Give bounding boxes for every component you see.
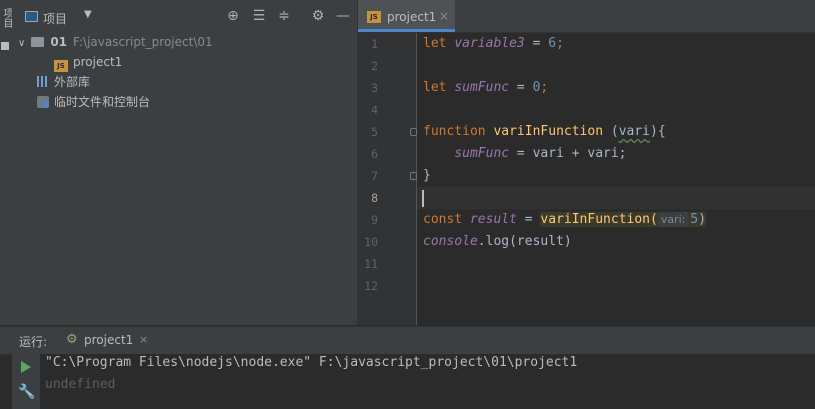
library-label: 外部库 — [54, 75, 91, 89]
operator: = — [509, 80, 533, 95]
code-line-10: console.log(result) — [423, 231, 572, 253]
keyword: let — [423, 80, 447, 95]
operator: = — [516, 212, 541, 227]
run-tab-project1[interactable]: ⚙ project1 × — [56, 327, 156, 354]
code-line-5: function variInFunction (vari){ — [423, 121, 666, 143]
js-icon: JS — [367, 11, 381, 23]
code-text: = vari + vari; — [509, 146, 627, 161]
scratches-icon — [37, 96, 49, 108]
wrench-icon[interactable]: 🔧 — [18, 384, 35, 400]
js-file-icon: JS — [54, 60, 68, 72]
brace: } — [423, 168, 431, 183]
project-panel: 项目 ▼ ⊕ ☰ ≑ ⚙ — ∨ 01 F:\javascript_project\… — [12, 0, 358, 325]
scratches-label: 临时文件和控制台 — [54, 95, 151, 109]
parameter: vari — [618, 124, 650, 139]
run-tab-label: project1 — [84, 333, 134, 347]
folder-icon — [31, 37, 45, 47]
gear-icon[interactable]: ⚙ — [310, 8, 326, 24]
run-panel-header: 运行: ⚙ project1 × — [0, 326, 815, 355]
run-toolbar: 🔧 — [12, 354, 40, 409]
project-tool-button[interactable]: 项目 — [0, 8, 12, 28]
library-icon — [37, 76, 49, 87]
minimize-icon[interactable]: — — [335, 8, 351, 24]
semicolon: ; — [556, 36, 564, 51]
code-text: .log(result) — [477, 234, 572, 249]
number: 6 — [548, 36, 557, 51]
run-console[interactable]: "C:\Program Files\nodejs\node.exe" F:\ja… — [40, 354, 815, 409]
run-label: 运行: — [19, 335, 48, 349]
line-number: 4 — [371, 103, 378, 117]
code-line-9: const result = variInFunction(vari: 5) — [423, 209, 707, 231]
parameter-hint: vari: — [657, 212, 689, 227]
current-line-highlight — [417, 187, 815, 209]
fold-marker-icon[interactable] — [410, 172, 417, 180]
console-command-line: "C:\Program Files\nodejs\node.exe" F:\ja… — [45, 355, 578, 370]
variable: sumFunc — [454, 80, 510, 95]
tree-folder-01[interactable]: ∨ 01 F:\javascript_project\01 — [18, 33, 213, 51]
semicolon: ; — [540, 80, 549, 95]
tree-file-project1[interactable]: JS project1 — [54, 53, 123, 72]
project-view-selector[interactable]: 项目 — [43, 10, 67, 27]
line-number: 12 — [364, 279, 378, 293]
line-number-current: 8 — [371, 191, 378, 205]
chevron-down-icon[interactable]: ∨ — [18, 38, 25, 49]
line-number: 5 — [371, 125, 378, 139]
play-icon[interactable] — [21, 361, 31, 373]
expand-all-icon[interactable]: ☰ — [251, 8, 267, 24]
object-name: console — [423, 234, 478, 249]
tree-external-libraries[interactable]: 外部库 — [37, 73, 90, 91]
folder-name: 01 — [50, 35, 68, 49]
code-line-1: let variable3 = 6; — [423, 33, 564, 55]
line-number: 6 — [371, 147, 378, 161]
line-number: 9 — [371, 213, 378, 227]
paren: ) — [698, 212, 707, 227]
editor-tab-bar: JS project1 × — [358, 0, 815, 33]
file-name: project1 — [73, 55, 123, 69]
project-view-icon — [25, 11, 38, 22]
paren: ){ — [650, 124, 666, 139]
line-number: 11 — [364, 257, 378, 271]
close-icon[interactable]: × — [439, 9, 449, 23]
keyword: function — [423, 124, 486, 139]
code-editor[interactable]: let variable3 = 6; let sumFunc = 0; func… — [417, 33, 815, 325]
text-caret — [422, 190, 424, 207]
paren: ( — [603, 124, 619, 139]
target-icon[interactable]: ⊕ — [225, 8, 241, 24]
keyword: const — [423, 212, 463, 227]
line-number: 10 — [364, 235, 378, 249]
structure-icon[interactable] — [1, 42, 9, 50]
keyword: let — [423, 36, 447, 51]
variable: sumFunc — [454, 146, 510, 161]
line-number: 3 — [371, 81, 378, 95]
close-icon[interactable]: × — [139, 333, 148, 346]
tab-label: project1 — [387, 10, 437, 24]
chevron-down-icon[interactable]: ▼ — [84, 9, 92, 20]
function-call: variInFunction( — [540, 212, 658, 227]
fold-marker-icon[interactable] — [410, 128, 417, 136]
tree-scratches[interactable]: 临时文件和控制台 — [37, 93, 150, 111]
nodejs-icon: ⚙ — [66, 332, 78, 347]
line-number: 2 — [371, 59, 378, 73]
line-number-gutter: 1 2 3 4 5 6 7 8 9 10 11 12 — [358, 33, 417, 325]
folder-path: F:\javascript_project\01 — [73, 35, 213, 49]
line-number: 1 — [371, 37, 378, 51]
variable: variable3 — [454, 36, 525, 51]
function-name: variInFunction — [493, 124, 604, 139]
collapse-all-icon[interactable]: ≑ — [276, 8, 292, 24]
line-number: 7 — [371, 169, 378, 183]
console-output-line: undefined — [45, 377, 116, 392]
operator: = — [524, 36, 549, 51]
code-line-7: } — [423, 165, 431, 187]
editor-tab-project1[interactable]: JS project1 × — [358, 0, 455, 32]
code-line-6: sumFunc = vari + vari; — [423, 143, 627, 165]
project-panel-header: 项目 ▼ ⊕ ☰ ≑ ⚙ — — [12, 0, 357, 34]
code-line-3: let sumFunc = 0; — [423, 77, 548, 99]
variable: result — [469, 212, 517, 227]
